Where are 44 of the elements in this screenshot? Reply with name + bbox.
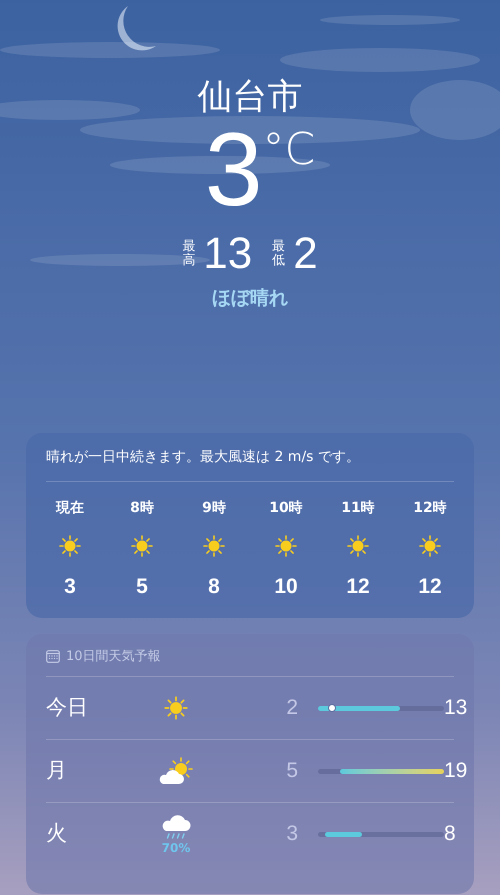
city-name: 仙台市	[198, 76, 302, 118]
hour-temperature: 8	[208, 574, 220, 600]
precipitation-chance: 70%	[162, 841, 190, 855]
sun-behind-cloud-icon	[157, 756, 195, 786]
hour-label: 12時	[413, 498, 447, 518]
sun-icon	[162, 694, 190, 722]
day-label: 今日	[46, 694, 89, 722]
high-temperature: 13	[203, 230, 252, 278]
high-temperature: 19	[444, 758, 468, 784]
sun-icon	[57, 532, 83, 558]
low-temperature: 2	[293, 230, 318, 278]
hour-temperature: 5	[136, 574, 148, 600]
high-label: 最高	[182, 240, 196, 268]
calendar-icon	[46, 650, 60, 663]
sun-icon	[129, 532, 155, 558]
hour-label: 9時	[202, 498, 226, 518]
hour-label: 10時	[269, 498, 303, 518]
hour-temperature: 3	[64, 574, 76, 600]
high-temperature: 8	[444, 821, 456, 848]
current-temperature: 3	[204, 118, 263, 222]
sun-icon	[345, 532, 371, 558]
hour-label: 8時	[130, 498, 154, 518]
low-temperature: 2	[285, 695, 298, 722]
hour-temperature: 10	[274, 574, 298, 600]
temperature-range-bar	[325, 832, 362, 836]
low-temperature: 5	[285, 758, 298, 784]
high-temperature: 13	[444, 695, 468, 722]
crescent-moon	[118, 6, 156, 50]
day-label: 月	[46, 757, 68, 784]
weather-condition: ほぼ晴れ	[212, 286, 288, 311]
forecast-summary: 晴れが一日中続きます。最大風速は 2 m/s です。	[45, 448, 361, 466]
sun-icon	[417, 532, 443, 558]
day-label: 火	[46, 820, 68, 848]
hour-temperature: 12	[346, 574, 370, 600]
low-label: 最低	[272, 240, 286, 268]
sun-icon	[273, 532, 299, 558]
forecast-title: 10日間天気予報	[66, 648, 161, 666]
rain-cloud-icon	[160, 813, 192, 841]
hour-label: 11時	[341, 498, 375, 518]
low-temperature: 3	[285, 821, 298, 848]
hour-label: 現在	[56, 498, 84, 518]
temperature-unit: °C	[262, 126, 316, 174]
sun-icon	[201, 532, 227, 558]
hour-temperature: 12	[418, 574, 442, 600]
